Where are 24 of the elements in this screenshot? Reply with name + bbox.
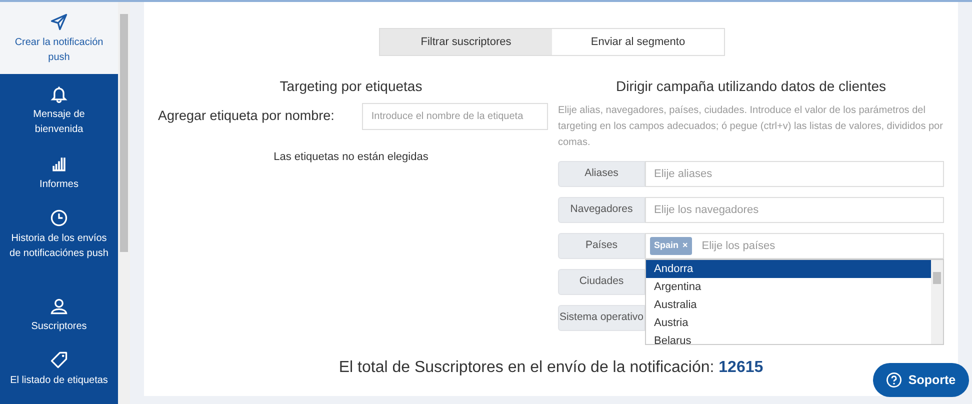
sidebar-item[interactable]: Crear la notificación push (0, 2, 118, 74)
support-button[interactable]: Soporte (873, 363, 969, 397)
field-label: Sistema operativo (558, 305, 645, 331)
field-label: Navegadores (558, 197, 645, 223)
section-title: Dirigir campaña utilizando datos de clientes (614, 77, 888, 96)
paper-plane-icon (49, 12, 69, 32)
country-tag: Spain × (650, 237, 692, 255)
scrollbar[interactable] (931, 260, 943, 344)
field-label: Países (558, 233, 645, 259)
description: Elije alias, navegadores, países, ciudades. Introduce el valor de los parámetros del targeting en los campos adecuados; ó pegue (ctrl+v) las listas de valores, divididos por comas. (558, 104, 944, 150)
field-label: Ciudades (558, 269, 645, 295)
section-title: Targeting por etiquetas (280, 77, 422, 96)
clock-icon (49, 208, 69, 228)
bell-icon (49, 84, 69, 104)
scrollbar[interactable] (118, 2, 130, 404)
field-label: Aliases (558, 161, 645, 187)
tab[interactable]: Filtrar suscriptores (380, 29, 552, 55)
field-label: Agregar etiqueta por nombre: (158, 107, 334, 126)
total-subscribers: El total de Suscriptores en el envío de la notificación: 12615 (338, 358, 764, 378)
tag-icon (49, 350, 69, 370)
empty-note: Las etiquetas no están elegidas (274, 150, 428, 165)
dropdown-option[interactable]: Andorra (646, 260, 931, 278)
tag-name-input[interactable]: Introduce el nombre de la etiqueta (362, 103, 548, 130)
help-icon (886, 372, 902, 388)
